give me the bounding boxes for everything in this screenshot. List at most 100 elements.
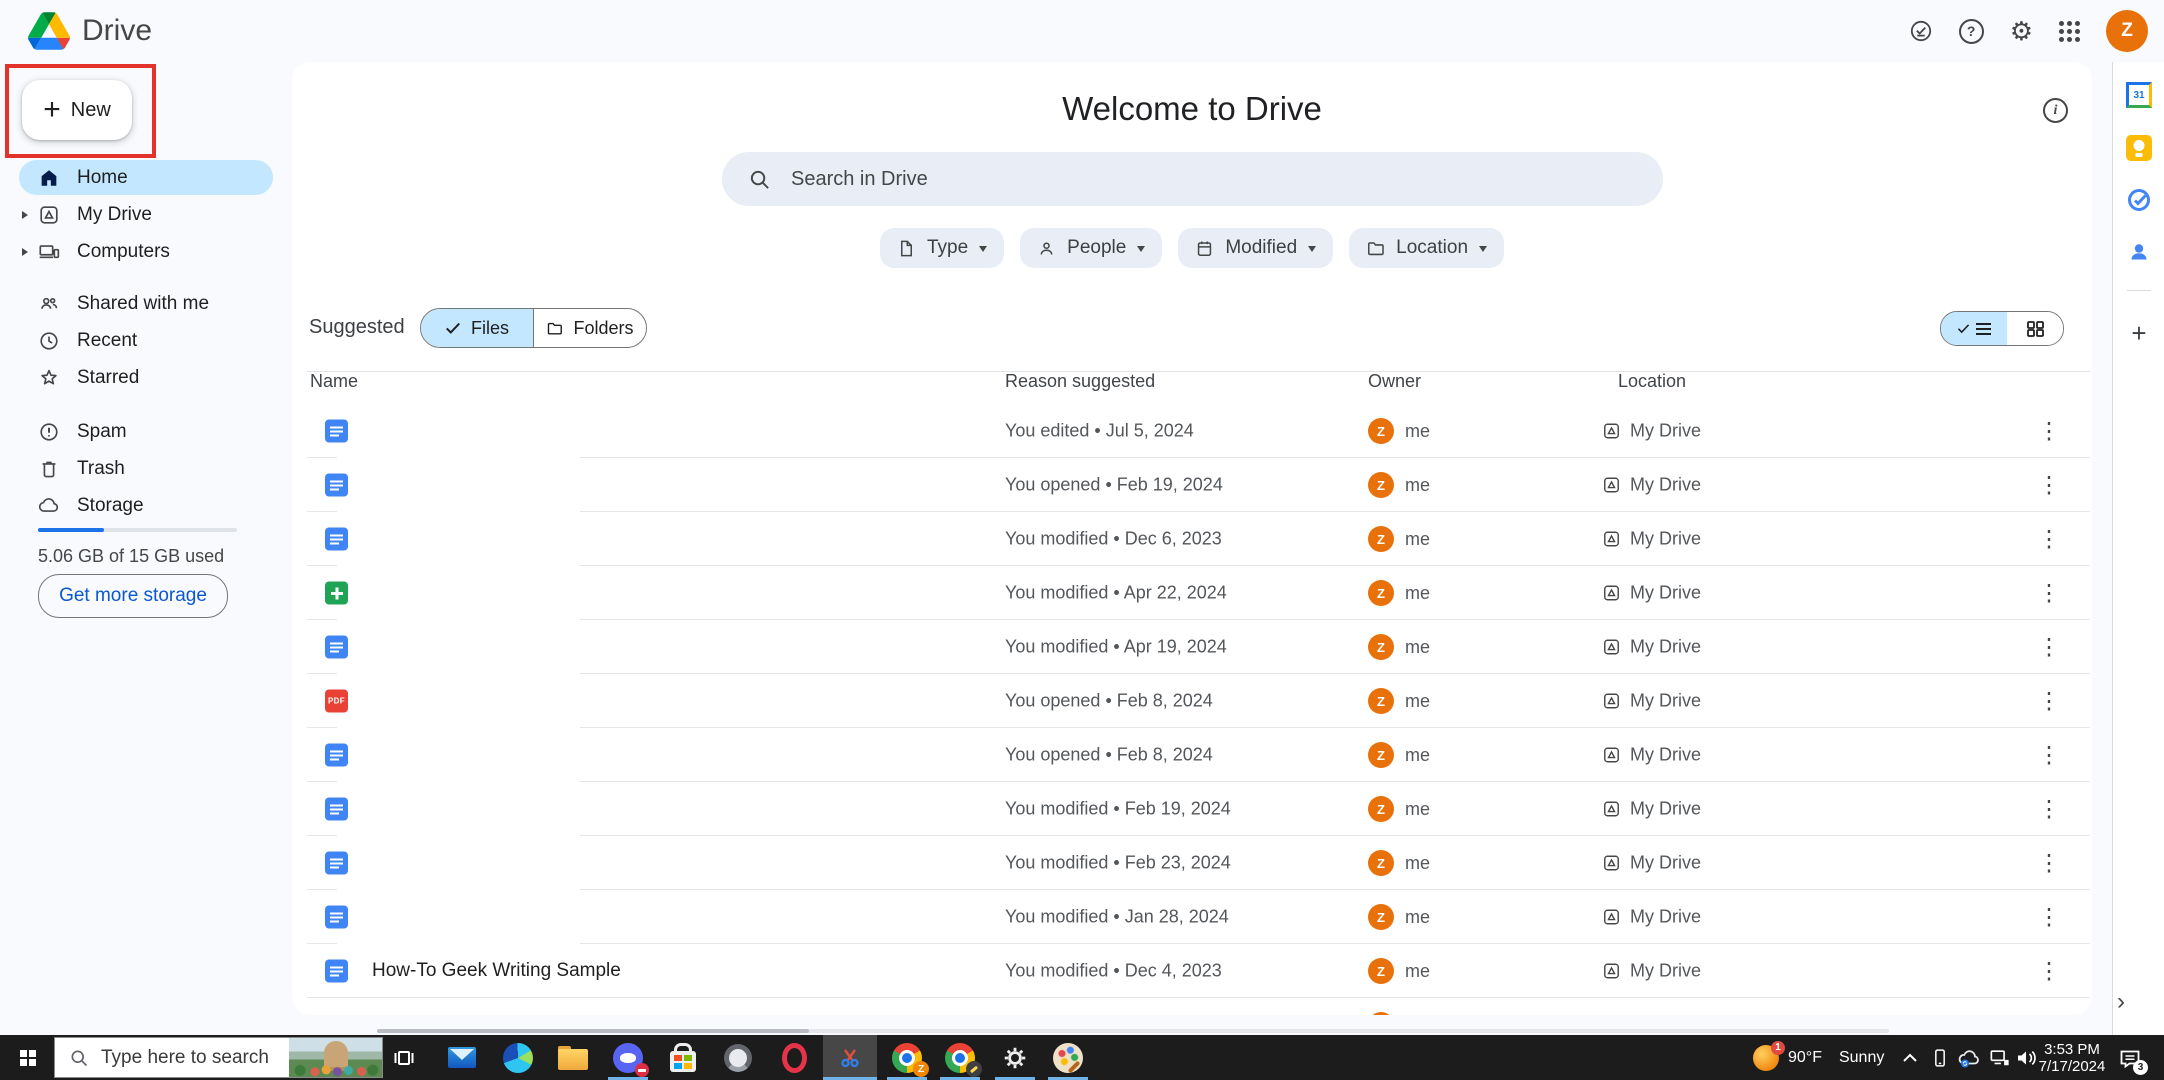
google-drive-page: Drive Z + New Home	[0, 0, 2164, 1080]
table-row[interactable]: You modified • Apr 22, 2024 Z me My Driv…	[292, 566, 2092, 620]
files-toggle-button[interactable]: Files	[421, 309, 533, 347]
sidebar-item-spam[interactable]: Spam	[0, 413, 292, 450]
weather-widget[interactable]: 1 90°F Sunny	[1753, 1035, 1884, 1080]
more-options-button[interactable]	[2036, 526, 2062, 553]
get-more-storage-button[interactable]: Get more storage	[38, 574, 228, 618]
snipping-tool-button[interactable]	[823, 1035, 877, 1080]
sidebar-item-trash[interactable]: Trash	[0, 450, 292, 487]
more-options-button[interactable]	[2036, 634, 2062, 661]
more-options-button[interactable]	[2036, 688, 2062, 715]
paint-app-button[interactable]	[1041, 1035, 1095, 1080]
sidebar-item-starred[interactable]: Starred	[0, 359, 292, 396]
location-cell[interactable]: My Drive	[1602, 529, 1701, 550]
table-row[interactable]: You modified • Feb 19, 2024 Z me My Driv…	[292, 782, 2092, 836]
calendar-app-icon[interactable]: 31	[2126, 82, 2152, 108]
sidebar-item-computers[interactable]: Computers	[0, 233, 292, 270]
network-tray-button[interactable]	[1986, 1035, 2014, 1080]
more-options-button[interactable]	[2036, 796, 2062, 823]
new-button[interactable]: + New	[22, 80, 132, 140]
column-header-owner[interactable]: Owner	[1368, 371, 1421, 392]
filter-chip-modified[interactable]: Modified	[1178, 228, 1334, 268]
bing-daily-image[interactable]	[289, 1038, 382, 1077]
discord-app-button[interactable]	[601, 1035, 655, 1080]
table-row[interactable]: PDF You opened • Feb 8, 2024 Z me My Dri…	[292, 674, 2092, 728]
search-input[interactable]	[789, 166, 1663, 192]
list-view-button[interactable]	[1941, 312, 2007, 345]
more-options-button[interactable]	[2036, 580, 2062, 607]
tasks-app-icon[interactable]	[2126, 187, 2152, 213]
taskbar-clock[interactable]: 3:53 PM 7/17/2024	[2034, 1035, 2110, 1080]
drive-search-bar[interactable]	[722, 152, 1663, 206]
table-row[interactable]: You modified • Apr 19, 2024 Z me My Driv…	[292, 620, 2092, 674]
onedrive-tray-button[interactable]	[1954, 1035, 1984, 1080]
table-row[interactable]: You modified • Feb 23, 2024 Z me My Driv…	[292, 836, 2092, 890]
microsoft-store-button[interactable]	[656, 1035, 710, 1080]
sidebar-item-home[interactable]: Home	[0, 159, 292, 196]
chrome-profile1-button[interactable]: Z	[880, 1035, 934, 1080]
location-cell[interactable]: My Drive	[1602, 637, 1701, 658]
sidebar-item-recent[interactable]: Recent	[0, 322, 292, 359]
filter-chip-type[interactable]: Type	[879, 228, 1005, 268]
start-button[interactable]	[8, 1035, 48, 1080]
view-toggle	[1940, 311, 2064, 346]
location-cell[interactable]: My Drive	[1602, 745, 1701, 766]
hidden-icons-button[interactable]	[1896, 1035, 1924, 1080]
action-center-button[interactable]: 3	[2112, 1035, 2148, 1080]
location-cell[interactable]: My Drive	[1602, 799, 1701, 820]
owner-cell: Z me	[1368, 634, 1430, 660]
location-cell[interactable]: My Drive	[1602, 907, 1701, 928]
scrollbar-thumb[interactable]	[377, 1029, 809, 1033]
sidebar-item-my-drive[interactable]: My Drive	[0, 196, 292, 233]
column-header-location[interactable]: Location	[1618, 371, 1686, 392]
music-app-button[interactable]	[711, 1035, 765, 1080]
opera-app-button[interactable]	[767, 1035, 821, 1080]
file-explorer-button[interactable]	[546, 1035, 600, 1080]
get-add-ons-button[interactable]: +	[2126, 318, 2152, 348]
apps-grid-icon[interactable]	[2059, 20, 2080, 42]
grid-view-button[interactable]	[2007, 312, 2063, 345]
help-icon[interactable]	[1958, 18, 1984, 44]
expand-caret-icon[interactable]	[22, 247, 32, 256]
settings-gear-icon[interactable]	[2010, 18, 2033, 44]
offline-status-icon[interactable]	[1909, 19, 1933, 43]
more-options-button[interactable]	[2036, 850, 2062, 877]
mail-app-button[interactable]	[435, 1035, 489, 1080]
more-options-button[interactable]	[2036, 958, 2062, 985]
location-cell[interactable]: My Drive	[1602, 961, 1701, 982]
chrome-profile2-button[interactable]	[933, 1035, 987, 1080]
keep-app-icon[interactable]	[2126, 135, 2152, 161]
hide-panel-chevron-icon[interactable]: ›	[2117, 988, 2125, 1016]
taskbar-search-box[interactable]: Type here to search	[54, 1037, 383, 1078]
more-options-button[interactable]	[2036, 418, 2062, 445]
settings-app-button[interactable]	[988, 1035, 1042, 1080]
sidebar-item-shared-with-me[interactable]: Shared with me	[0, 285, 292, 322]
table-row[interactable]: You opened • Feb 8, 2024 Z me My Drive	[292, 728, 2092, 782]
location-cell[interactable]: My Drive	[1602, 691, 1701, 712]
table-row[interactable]: You opened • Feb 19, 2024 Z me My Drive	[292, 458, 2092, 512]
filter-chip-location[interactable]: Location	[1349, 228, 1505, 268]
folders-toggle-button[interactable]: Folders	[533, 309, 646, 347]
contacts-app-icon[interactable]	[2126, 239, 2152, 265]
sidebar-item-storage[interactable]: Storage	[0, 487, 292, 524]
task-view-button[interactable]	[377, 1035, 431, 1080]
expand-caret-icon[interactable]	[22, 210, 32, 219]
column-header-reason[interactable]: Reason suggested	[1005, 371, 1155, 392]
horizontal-scrollbar[interactable]	[377, 1029, 1889, 1033]
filter-chip-people[interactable]: People	[1020, 228, 1163, 268]
location-cell[interactable]: My Drive	[1602, 583, 1701, 604]
location-cell[interactable]: My Drive	[1602, 853, 1701, 874]
your-phone-tray-button[interactable]	[1926, 1035, 1954, 1080]
more-options-button[interactable]	[2036, 904, 2062, 931]
more-options-button[interactable]	[2036, 742, 2062, 769]
top-bar: Drive Z	[0, 0, 2164, 62]
table-row[interactable]: You edited • Jul 5, 2024 Z me My Drive	[292, 404, 2092, 458]
account-avatar[interactable]: Z	[2106, 10, 2148, 52]
edge-app-button[interactable]	[491, 1035, 545, 1080]
location-cell[interactable]: My Drive	[1602, 475, 1701, 496]
more-options-button[interactable]	[2036, 472, 2062, 499]
table-row[interactable]: You modified • Jan 28, 2024 Z me My Driv…	[292, 890, 2092, 944]
column-header-name[interactable]: Name	[310, 371, 358, 392]
table-row[interactable]: How-To Geek Writing Sample You modified …	[292, 944, 2092, 998]
table-row[interactable]: You modified • Dec 6, 2023 Z me My Drive	[292, 512, 2092, 566]
location-cell[interactable]: My Drive	[1602, 421, 1701, 442]
